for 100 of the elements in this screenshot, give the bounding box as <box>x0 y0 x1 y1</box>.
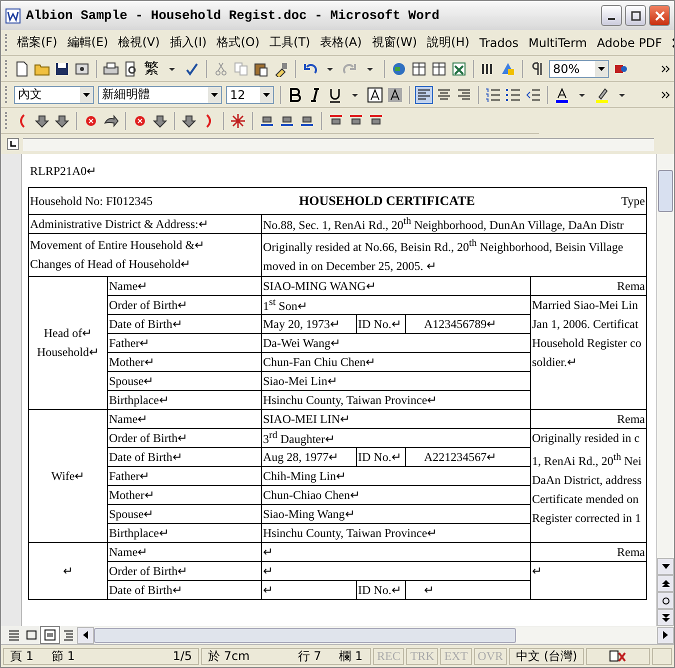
align-left-icon[interactable] <box>416 86 432 102</box>
remark-text: 1, RenAi Rd., 20$^{th}$ Nei <box>532 451 642 470</box>
scroll-thumb[interactable] <box>658 170 673 212</box>
menu-item[interactable]: 工具(T) <box>270 34 310 51</box>
circle-icon[interactable] <box>662 596 670 604</box>
numbering-icon[interactable] <box>485 86 501 102</box>
character-shading-icon[interactable] <box>387 86 403 102</box>
underline-icon[interactable] <box>327 86 343 102</box>
decrease-indent-icon[interactable] <box>525 86 541 102</box>
scroll-right-button[interactable] <box>657 626 674 644</box>
bold-icon[interactable] <box>287 86 303 102</box>
menu-item[interactable]: MultiTerm <box>528 36 587 50</box>
page-count: 1/5 <box>172 649 192 663</box>
select-browse-object-button[interactable] <box>657 592 674 609</box>
format-painter-icon[interactable] <box>273 60 289 76</box>
table-cell: May 20, 1973↵ <box>262 314 356 334</box>
table-cell: ID No.↵ <box>356 580 406 600</box>
save-icon[interactable] <box>54 60 70 76</box>
household-number: Household No: FI012345 <box>30 194 153 208</box>
table-borders-icon[interactable] <box>411 60 427 76</box>
table-cell: ↵ <box>262 542 530 562</box>
paste-icon[interactable] <box>253 60 269 76</box>
menu-item[interactable]: 表格(A) <box>320 34 362 51</box>
print-icon[interactable] <box>103 60 119 76</box>
scroll-down-button[interactable] <box>657 558 674 575</box>
minimize-button[interactable] <box>601 5 622 26</box>
new-document-icon[interactable] <box>14 60 30 76</box>
menu-item[interactable]: 檔案(F) <box>17 34 58 51</box>
table-cell: ↵ <box>262 580 356 600</box>
menu-item[interactable]: Trados <box>479 36 518 50</box>
style-dropdown[interactable]: 內文 <box>14 86 94 104</box>
section-indicator: 節 1 <box>51 648 75 664</box>
menu-item[interactable]: 說明(H) <box>427 34 470 51</box>
table-cell: Rema <box>530 542 647 562</box>
table-cell: Name↵ <box>108 410 262 428</box>
font-size-dropdown[interactable]: 12 <box>226 86 274 104</box>
maximize-icon[interactable] <box>630 10 640 20</box>
double-up-arrow-icon[interactable] <box>662 580 670 588</box>
down-arrow-icon[interactable] <box>662 564 670 570</box>
menu-item[interactable]: 視窗(W) <box>372 34 418 51</box>
table-cell: SIAO-MEI LIN↵ <box>262 410 530 428</box>
spelling-icon[interactable] <box>184 60 200 76</box>
print-view-icon[interactable] <box>41 627 59 643</box>
table-cell: 1$^{st}$ Son↵ <box>262 296 530 314</box>
character-border-icon[interactable] <box>367 86 383 102</box>
close-button[interactable] <box>649 5 670 26</box>
menu-item[interactable]: 編輯(E) <box>67 34 108 51</box>
table-cell: Date of Birth↵ <box>108 448 262 466</box>
remark-text: DaAn District, address <box>532 472 643 489</box>
table-cell: Mother↵ <box>108 486 262 504</box>
table-cell: Administrative District & Address:↵ <box>28 214 262 234</box>
zoom-dropdown[interactable]: 80% <box>549 60 609 78</box>
status-panel <box>652 648 672 664</box>
remark-text: Household Register co <box>532 335 642 352</box>
table-cell: Date of Birth↵ <box>108 314 262 334</box>
align-right-icon[interactable] <box>456 86 472 102</box>
double-down-arrow-icon[interactable] <box>662 614 670 622</box>
maximize-button[interactable] <box>625 5 646 26</box>
table-cell: ID No.↵ <box>356 448 406 466</box>
font-dropdown[interactable]: 新細明體 <box>98 86 222 104</box>
close-icon[interactable] <box>654 10 664 20</box>
scroll-left-button[interactable] <box>77 626 94 644</box>
tab-selector-icon[interactable] <box>7 138 19 150</box>
forward-arrow-icon[interactable] <box>103 112 119 128</box>
table-cell: Birthplace↵ <box>108 524 262 542</box>
remark-text: Jan 1, 2006. Certificat <box>532 316 640 333</box>
hyperlink-icon[interactable] <box>391 60 407 76</box>
table-cell: Rema <box>530 276 647 296</box>
down-arrow-icon[interactable] <box>54 112 70 128</box>
spelling-status-icon[interactable] <box>608 649 628 663</box>
table-cell: Father↵ <box>108 466 262 486</box>
table-cell: ↵ <box>262 562 530 580</box>
vertical-scrollbar[interactable] <box>656 154 674 626</box>
menu-item[interactable]: Adobe PDF <box>596 36 662 50</box>
table-cell: ID No.↵ <box>356 314 406 334</box>
insert-spreadsheet-icon[interactable] <box>451 60 467 76</box>
table-cell: Order of Birth↵ <box>108 428 262 448</box>
role-label: Head of↵ <box>42 325 94 342</box>
table-cell: Name↵ <box>108 276 262 296</box>
highlight-icon[interactable] <box>594 86 610 102</box>
previous-page-button[interactable] <box>657 575 674 592</box>
menu-item[interactable]: 插入(I) <box>170 34 207 51</box>
insert-table-icon[interactable] <box>431 60 447 76</box>
menu-item[interactable]: 檢視(V) <box>118 34 160 51</box>
left-arrow-icon[interactable] <box>82 631 88 639</box>
align-center-icon[interactable] <box>436 86 452 102</box>
bullets-icon[interactable] <box>505 86 521 102</box>
page-indicator: 頁 1 <box>10 648 34 664</box>
position-indicator: 於 7cm <box>208 648 250 664</box>
menu-item[interactable]: 格式(O) <box>216 34 260 51</box>
convert-chinese-button[interactable]: 繁 <box>143 59 160 78</box>
role-label: Wife↵ <box>50 468 86 484</box>
right-arrow-icon[interactable] <box>662 631 668 639</box>
table-cell: Rema <box>530 410 647 428</box>
font-color-icon[interactable] <box>554 86 570 102</box>
table-cell: Birthplace↵ <box>108 390 262 410</box>
horizontal-scroll-thumb[interactable] <box>94 628 516 643</box>
next-page-button[interactable] <box>657 609 674 626</box>
remark-text: Register corrected in 1 <box>532 510 642 527</box>
remark-text: Married Siao-Mei Lin <box>532 297 639 314</box>
